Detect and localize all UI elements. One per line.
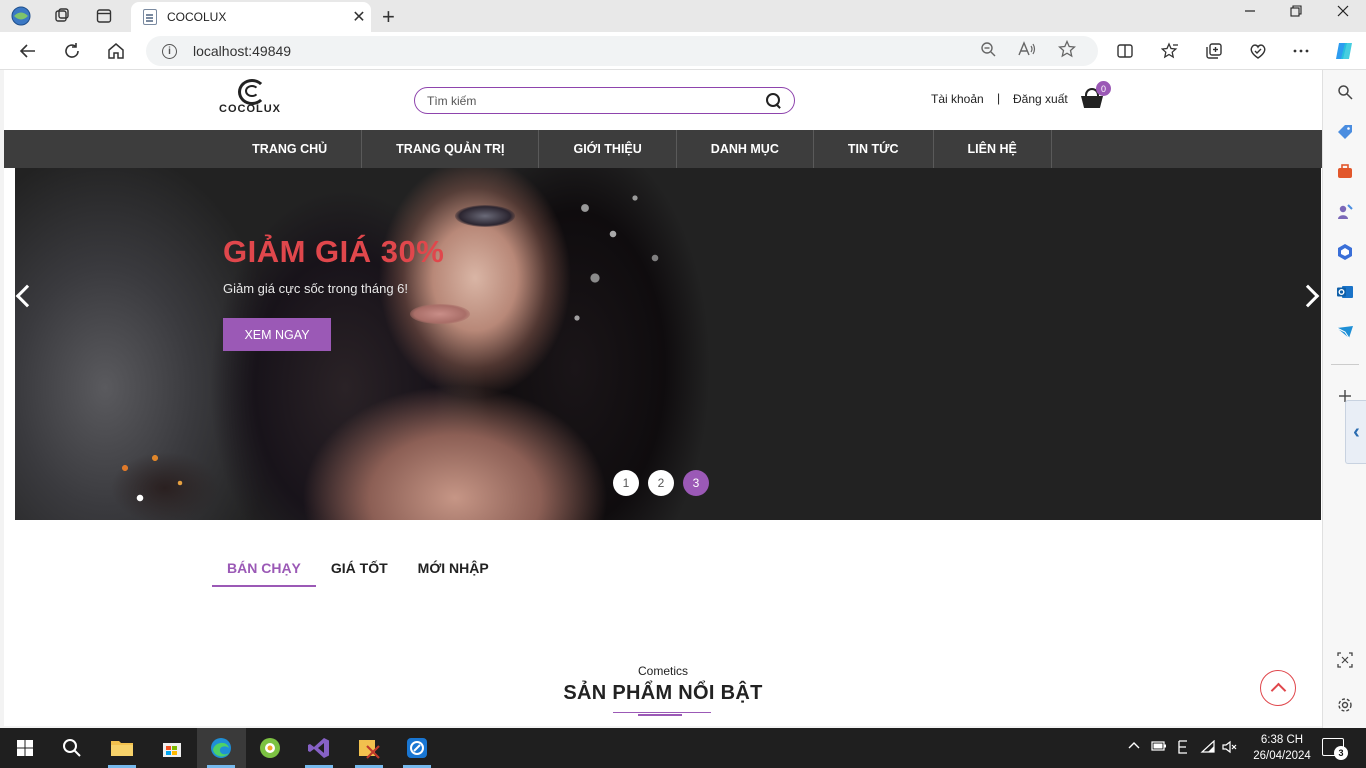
search-box xyxy=(414,87,795,114)
restore-icon[interactable] xyxy=(1281,4,1311,22)
page-favicon-icon xyxy=(143,9,157,25)
hero-decoration xyxy=(565,168,685,368)
copilot-icon[interactable] xyxy=(1332,39,1356,63)
cart-count-badge: 0 xyxy=(1096,81,1111,96)
shopping-tag-icon[interactable] xyxy=(1335,122,1355,142)
collections-icon[interactable] xyxy=(1202,39,1226,63)
main-navigation: TRANG CHỦ TRANG QUẢN TRỊ GIỚI THIỆU DANH… xyxy=(4,130,1322,168)
slider-next-icon[interactable] xyxy=(1298,280,1318,310)
coccoc-browser-icon[interactable] xyxy=(256,734,284,762)
slider-prev-icon[interactable] xyxy=(15,280,35,310)
send-icon[interactable] xyxy=(1335,322,1355,342)
tab-good-price[interactable]: GIÁ TỐT xyxy=(316,558,403,587)
input-method-icon[interactable] xyxy=(1176,740,1190,757)
clock-time: 6:38 CH xyxy=(1260,734,1304,746)
slide-dot-2[interactable]: 2 xyxy=(648,470,674,496)
browser-tab-bar: COCOLUX ✕ + xyxy=(0,0,1366,32)
tray-chevron-icon[interactable] xyxy=(1128,740,1140,755)
system-clock[interactable]: 6:38 CH 26/04/2024 xyxy=(1244,732,1320,764)
hero-decoration xyxy=(410,304,470,324)
slide-dot-3[interactable]: 3 xyxy=(683,470,709,496)
screenshot-icon[interactable] xyxy=(1335,650,1355,670)
url-field[interactable]: i localhost:49849 xyxy=(146,36,1098,66)
nav-item-about[interactable]: GIỚI THIỆU xyxy=(539,130,677,168)
tab-best-selling[interactable]: BÁN CHẠY xyxy=(212,558,316,587)
slider-pagination: 1 2 3 xyxy=(613,470,709,496)
home-icon[interactable] xyxy=(104,39,128,63)
refresh-icon[interactable] xyxy=(60,39,84,63)
windows-taskbar: 6:38 CH 26/04/2024 3 xyxy=(0,728,1366,768)
tab-actions-icon[interactable] xyxy=(93,5,115,27)
nav-item-categories[interactable]: DANH MỤC xyxy=(677,130,814,168)
workspaces-icon[interactable] xyxy=(51,5,73,27)
visual-studio-icon[interactable] xyxy=(305,734,333,762)
section-kicker: Cometics xyxy=(637,664,688,678)
battery-icon[interactable] xyxy=(1151,740,1167,755)
tab-title: COCOLUX xyxy=(167,10,227,24)
remote-app-icon[interactable] xyxy=(403,734,431,762)
games-icon[interactable] xyxy=(1335,202,1355,222)
sidebar-separator xyxy=(1331,364,1359,365)
logout-link[interactable]: Đăng xuất xyxy=(1013,92,1068,106)
close-tab-icon[interactable]: ✕ xyxy=(347,7,371,27)
tab-new-arrivals[interactable]: MỚI NHẬP xyxy=(403,558,504,587)
new-tab-button[interactable]: + xyxy=(382,4,395,30)
hero-subtitle: Giảm giá cực sốc trong tháng 6! xyxy=(223,281,409,296)
clock-date: 26/04/2024 xyxy=(1253,750,1311,762)
account-link[interactable]: Tài khoản xyxy=(931,92,984,106)
outlook-icon[interactable] xyxy=(1335,282,1355,302)
hero-slider: GIẢM GIÁ 30% Giảm giá cực sốc trong thán… xyxy=(15,168,1321,520)
microsoft-365-icon[interactable] xyxy=(1335,242,1355,262)
close-window-icon[interactable] xyxy=(1328,4,1358,22)
section-title: SẢN PHẨM NỔI BẬT xyxy=(563,682,763,704)
logo-mark-icon xyxy=(237,79,266,105)
site-info-icon[interactable]: i xyxy=(162,43,177,59)
hero-decoration xyxy=(105,438,225,520)
hero-title: GIẢM GIÁ 30% xyxy=(223,234,445,269)
zoom-out-icon[interactable] xyxy=(980,41,996,61)
favorites-icon[interactable] xyxy=(1158,39,1182,63)
microsoft-store-icon[interactable] xyxy=(158,734,186,762)
view-now-button[interactable]: XEM NGAY xyxy=(223,318,331,351)
hero-decoration xyxy=(455,205,515,227)
edge-browser-icon[interactable] xyxy=(207,734,235,762)
taskbar-search-icon[interactable] xyxy=(58,734,86,762)
header-separator: | xyxy=(997,91,1001,105)
url-text[interactable]: localhost:49849 xyxy=(193,43,980,59)
volume-muted-icon[interactable] xyxy=(1222,740,1238,757)
browser-essentials-icon[interactable] xyxy=(1246,39,1270,63)
sql-tool-icon[interactable] xyxy=(355,734,383,762)
back-icon[interactable] xyxy=(16,39,40,63)
scroll-to-top-button[interactable] xyxy=(1260,670,1296,706)
nav-item-admin[interactable]: TRANG QUẢN TRỊ xyxy=(362,130,540,168)
sidebar-settings-icon[interactable] xyxy=(1335,695,1355,715)
minimize-icon[interactable] xyxy=(1235,4,1265,22)
profile-icon[interactable] xyxy=(10,5,32,27)
nav-item-home[interactable]: TRANG CHỦ xyxy=(218,130,363,168)
nav-item-news[interactable]: TIN TỨC xyxy=(814,130,934,168)
section-divider xyxy=(613,712,711,716)
product-tabs: BÁN CHẠY GIÁ TỐT MỚI NHẬP xyxy=(212,558,504,587)
browser-tab[interactable]: COCOLUX ✕ xyxy=(131,2,371,32)
more-menu-icon[interactable] xyxy=(1289,39,1313,63)
wifi-icon[interactable] xyxy=(1200,739,1216,757)
split-screen-icon[interactable] xyxy=(1113,39,1137,63)
search-icon[interactable] xyxy=(766,92,782,109)
sidebar-search-icon[interactable] xyxy=(1335,82,1355,102)
nav-item-contact[interactable]: LIÊN HỆ xyxy=(934,130,1052,168)
tools-icon[interactable] xyxy=(1335,162,1355,182)
notification-count-badge: 3 xyxy=(1334,746,1348,760)
collapse-chevron-icon[interactable]: ‹ xyxy=(1345,400,1366,464)
search-input[interactable] xyxy=(427,93,766,108)
read-aloud-icon[interactable] xyxy=(1018,41,1036,61)
address-bar-row: i localhost:49849 xyxy=(0,32,1366,70)
favorite-star-icon[interactable] xyxy=(1057,39,1077,62)
edge-sidebar: ‹ xyxy=(1322,70,1366,728)
page-viewport: COCOLUX Tài khoản | Đăng xuất 0 TRANG CH… xyxy=(4,70,1322,726)
file-explorer-icon[interactable] xyxy=(108,734,136,762)
slide-dot-1[interactable]: 1 xyxy=(613,470,639,496)
site-header: COCOLUX Tài khoản | Đăng xuất 0 xyxy=(4,70,1322,130)
site-logo[interactable]: COCOLUX xyxy=(214,79,286,115)
windows-start-icon[interactable] xyxy=(11,734,39,762)
